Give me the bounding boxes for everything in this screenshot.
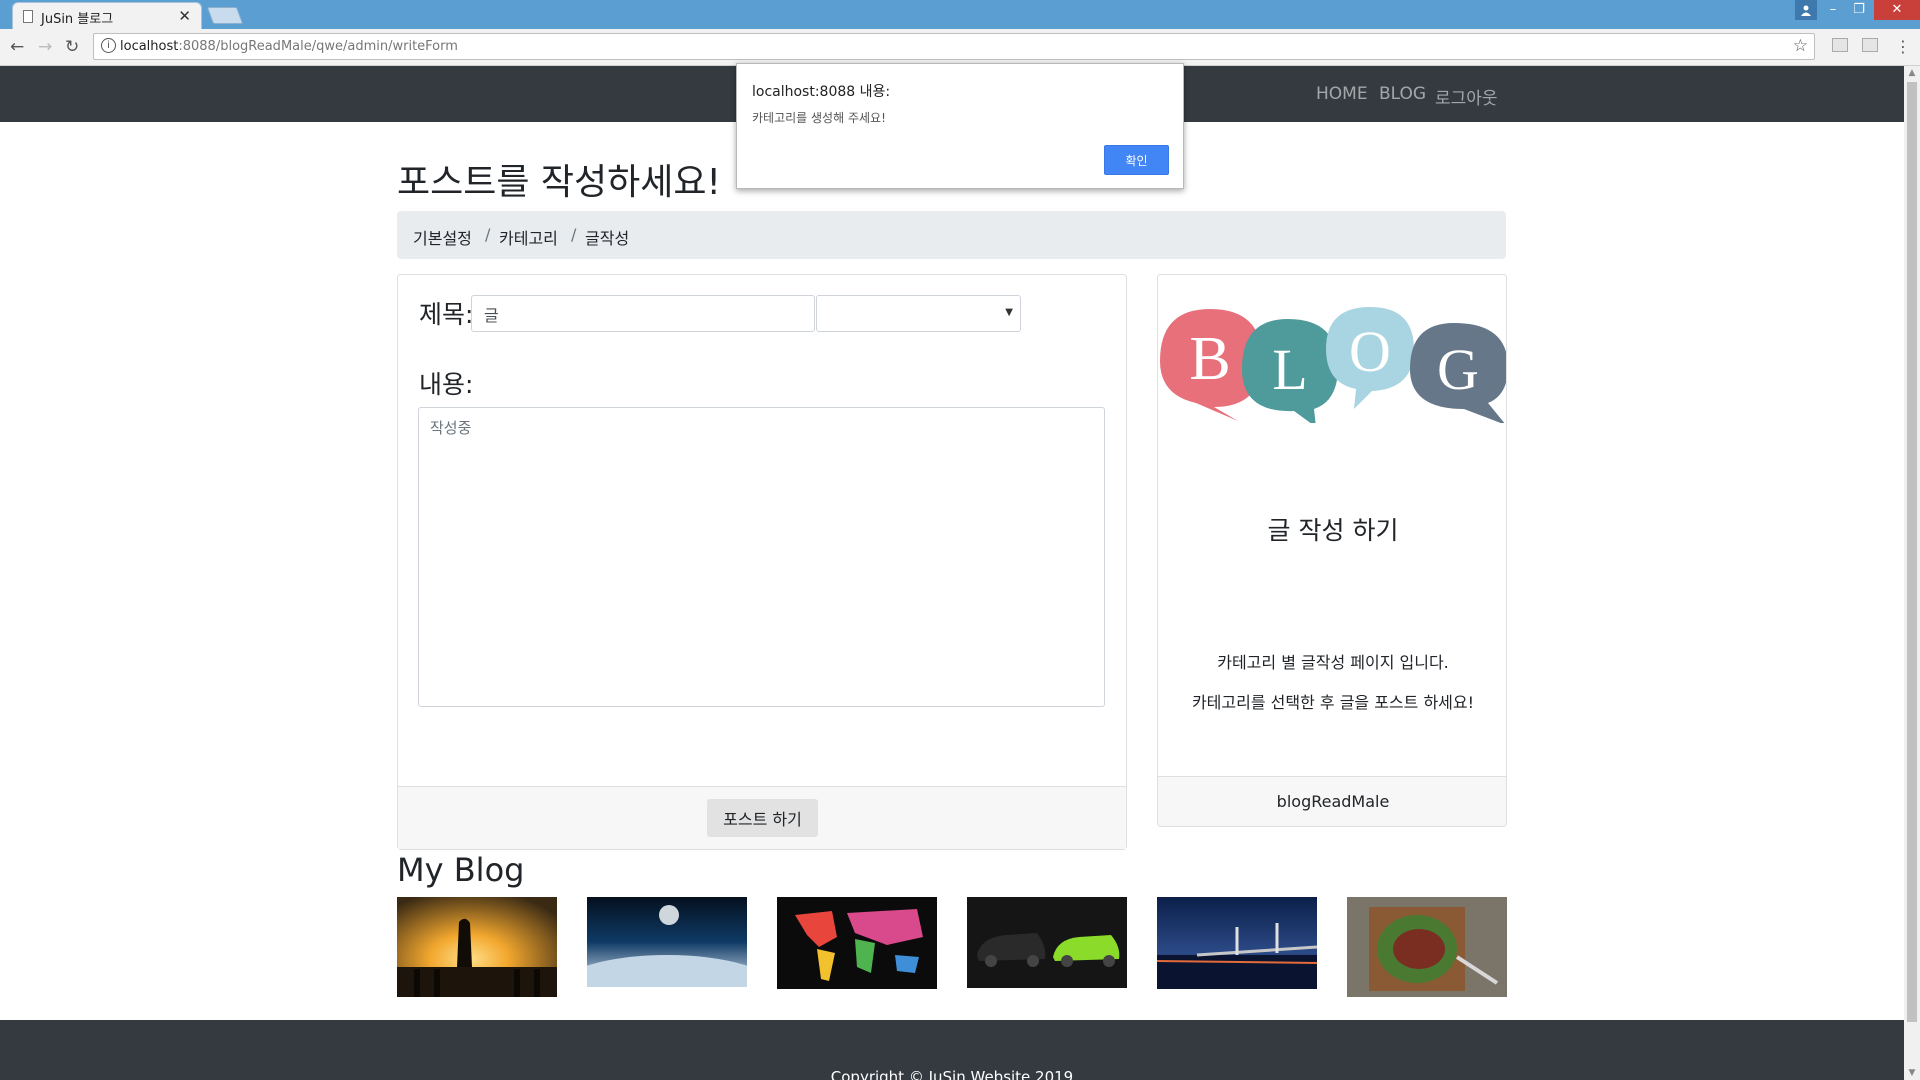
extension-icon[interactable] xyxy=(1862,38,1878,52)
logo-letter-b: B xyxy=(1189,325,1230,393)
alert-title: localhost:8088 내용: xyxy=(752,84,891,100)
content-label: 내용: xyxy=(419,370,474,399)
breadcrumb-item-write: 글작성 xyxy=(585,229,630,248)
page-scrollbar[interactable]: ▲ ▼ xyxy=(1904,66,1920,1080)
close-tab-icon[interactable]: ✕ xyxy=(178,7,191,25)
reload-icon[interactable]: ↻ xyxy=(65,37,79,57)
breadcrumb-separator: / xyxy=(571,225,577,244)
breadcrumb: 기본설정 / 카테고리 / 글작성 xyxy=(397,211,1506,259)
logo-letter-g: G xyxy=(1437,337,1479,402)
breadcrumb-separator: / xyxy=(485,225,491,244)
logo-letter-l: L xyxy=(1272,337,1307,402)
address-bar[interactable]: i localhost:8088/blogReadMale/qwe/admin/… xyxy=(93,33,1815,60)
green-cars-image[interactable] xyxy=(967,897,1127,988)
extension-icon[interactable] xyxy=(1832,38,1848,52)
site-footer: Copyright © JuSin Website 2019 xyxy=(0,1020,1904,1080)
earth-space-image[interactable] xyxy=(587,897,747,987)
info-icon[interactable]: i xyxy=(101,38,116,53)
title-input[interactable] xyxy=(471,295,815,332)
chevron-down-icon: ▼ xyxy=(1005,307,1013,318)
side-card-footer: blogReadMale xyxy=(1158,776,1506,826)
window-close-icon[interactable]: ✕ xyxy=(1874,0,1920,20)
info-side-card: B L O G 글 작성 하기 카테고리 별 글작성 페이지 입니다. 카테고리… xyxy=(1157,274,1507,827)
browser-menu-icon[interactable]: ⋮ xyxy=(1895,37,1911,56)
post-form-card: 제목: ▼ 내용: 작성중 포스트 하기 xyxy=(397,274,1127,850)
browser-titlebar: JuSin 블로그 ✕ – ❐ ✕ xyxy=(0,0,1920,29)
title-label: 제목: xyxy=(419,300,474,329)
copyright-text: Copyright © JuSin Website 2019 xyxy=(830,1068,1074,1080)
forward-icon[interactable]: → xyxy=(38,37,52,57)
new-tab-button[interactable] xyxy=(206,7,244,24)
tab-title: JuSin 블로그 xyxy=(41,12,114,27)
page-title: 포스트를 작성하세요! xyxy=(397,162,721,203)
side-card-title: 글 작성 하기 xyxy=(1267,516,1399,545)
url-path: :8088/blogReadMale/qwe/admin/writeForm xyxy=(178,39,458,54)
browser-toolbar: ← → ↻ i localhost:8088/blogReadMale/qwe/… xyxy=(0,29,1920,66)
page-icon xyxy=(23,10,33,23)
nav-logout-link[interactable]: 로그아웃 xyxy=(1435,84,1498,109)
breadcrumb-item-settings[interactable]: 기본설정 xyxy=(413,225,472,249)
night-bridge-image[interactable] xyxy=(1157,897,1317,989)
post-form-footer: 포스트 하기 xyxy=(398,786,1126,849)
bookmark-star-icon[interactable]: ☆ xyxy=(1793,36,1808,56)
category-select[interactable]: ▼ xyxy=(816,295,1021,332)
alert-ok-button[interactable]: 확인 xyxy=(1104,145,1169,175)
minimize-icon[interactable]: – xyxy=(1820,0,1846,20)
browser-tab[interactable]: JuSin 블로그 ✕ xyxy=(12,2,202,29)
scroll-down-icon[interactable]: ▼ xyxy=(1904,1066,1920,1080)
nav-blog-link[interactable]: BLOG xyxy=(1379,84,1426,104)
breadcrumb-item-category[interactable]: 카테고리 xyxy=(499,225,558,249)
alert-dialog: localhost:8088 내용: 카테고리를 생성해 주세요! 확인 xyxy=(736,63,1184,189)
post-submit-button[interactable]: 포스트 하기 xyxy=(707,799,818,837)
scroll-up-icon[interactable]: ▲ xyxy=(1904,66,1920,80)
content-textarea[interactable]: 작성중 xyxy=(418,407,1105,707)
restore-icon[interactable]: ❐ xyxy=(1846,0,1872,20)
world-map-words-image[interactable] xyxy=(777,897,937,989)
blog-logo-image: B L O G xyxy=(1160,307,1506,423)
side-card-text: 카테고리를 선택한 후 글을 포스트 하세요! xyxy=(1191,693,1475,712)
page-viewport: HOME BLOG 로그아웃 포스트를 작성하세요! 기본설정 / 카테고리 /… xyxy=(0,66,1904,1080)
steak-food-image[interactable] xyxy=(1347,897,1507,997)
logo-letter-o: O xyxy=(1349,319,1391,384)
alert-message: 카테고리를 생성해 주세요! xyxy=(752,111,886,125)
back-icon[interactable]: ← xyxy=(10,37,24,57)
url-text: localhost:8088/blogReadMale/qwe/admin/wr… xyxy=(120,39,458,54)
user-profile-icon[interactable] xyxy=(1795,0,1817,20)
my-blog-heading: My Blog xyxy=(397,851,525,889)
side-card-text: 카테고리 별 글작성 페이지 입니다. xyxy=(1217,653,1449,672)
nav-home-link[interactable]: HOME xyxy=(1316,84,1368,104)
sunset-couple-image[interactable] xyxy=(397,897,557,997)
scrollbar-thumb[interactable] xyxy=(1907,82,1917,1022)
